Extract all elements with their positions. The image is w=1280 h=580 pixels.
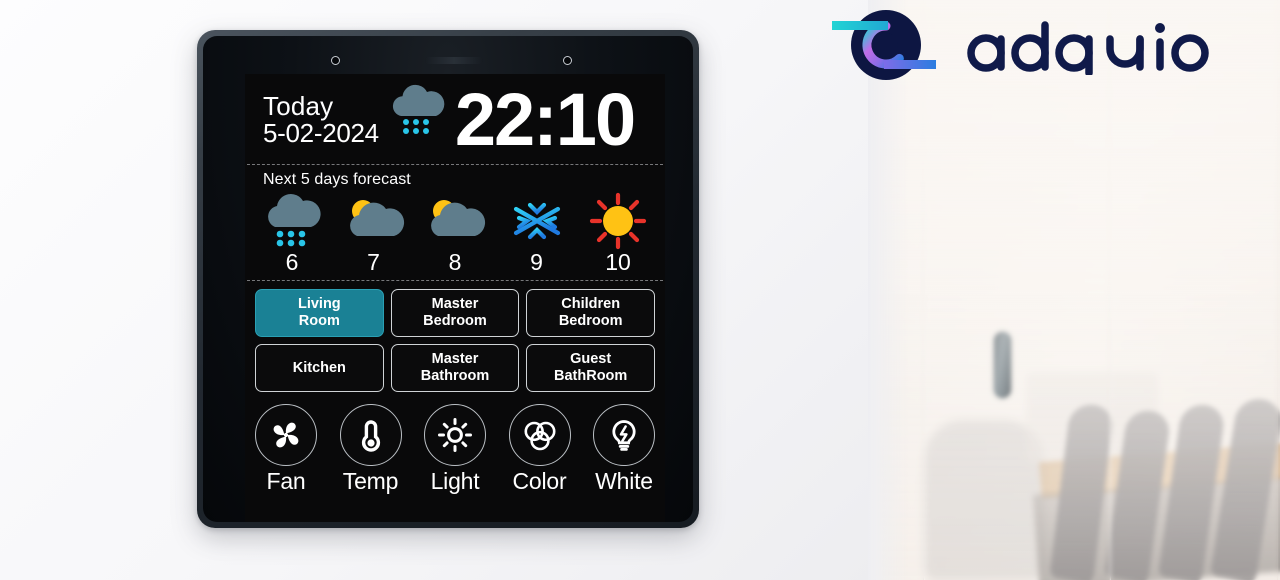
room-button-living-room[interactable]: Living Room xyxy=(255,289,384,337)
office-background-photo xyxy=(868,0,1280,580)
room-button-kitchen[interactable]: Kitchen xyxy=(255,344,384,392)
control-label: Temp xyxy=(342,468,399,494)
room-label-line1: Guest xyxy=(570,351,612,368)
control-label: Color xyxy=(512,468,567,494)
forecast-day-label: 7 xyxy=(367,249,380,275)
room-label-line1: Kitchen xyxy=(292,359,346,376)
device-bezel: Today 5-02-2024 22:10 Next 5 days foreca… xyxy=(203,36,693,522)
brightness-sun-icon xyxy=(424,404,486,466)
forecast-day-label: 8 xyxy=(448,249,462,275)
smart-panel-device: Today 5-02-2024 22:10 Next 5 days foreca… xyxy=(197,30,699,528)
control-label: Light xyxy=(430,468,480,494)
panel-screen: Today 5-02-2024 22:10 Next 5 days foreca… xyxy=(245,74,665,522)
room-button-guest-bathroom[interactable]: Guest BathRoom xyxy=(526,344,655,392)
sun-behind-cloud-icon xyxy=(343,191,405,251)
sun-behind-cloud-icon xyxy=(424,191,486,251)
current-date: 5-02-2024 xyxy=(263,118,379,148)
screen-header: Today 5-02-2024 22:10 xyxy=(245,74,665,164)
forecast-day-8[interactable]: 8 xyxy=(416,191,494,276)
today-label: Today xyxy=(263,90,334,121)
control-color[interactable]: Color xyxy=(508,404,571,495)
adquio-i-dot xyxy=(1155,23,1165,33)
room-button-master-bedroom[interactable]: Master Bedroom xyxy=(390,289,520,337)
control-bar: Fan Temp Light Color White xyxy=(245,396,665,497)
sensor-right-icon xyxy=(563,56,572,65)
room-selector-grid: Living Room Master Bedroom Children Bedr… xyxy=(245,281,665,396)
frosted-glass-overlay xyxy=(868,0,1280,580)
clock-display: 22:10 xyxy=(454,77,636,161)
control-fan[interactable]: Fan xyxy=(255,404,317,495)
fan-icon xyxy=(255,404,317,466)
forecast-day-7[interactable]: 7 xyxy=(335,191,413,276)
forecast-day-label: 10 xyxy=(605,249,631,275)
snowflake-icon xyxy=(509,191,565,251)
room-label-line2: Bathroom xyxy=(420,368,490,384)
control-temp[interactable]: Temp xyxy=(339,404,402,495)
lightbulb-bolt-icon xyxy=(593,404,655,466)
sensor-left-icon xyxy=(331,56,340,65)
forecast-title: Next 5 days forecast xyxy=(263,171,411,188)
room-label-line1: Master xyxy=(431,351,479,368)
room-label-line2: Bedroom xyxy=(423,313,487,329)
control-light[interactable]: Light xyxy=(424,404,486,495)
color-circles-icon xyxy=(508,404,571,466)
screenshot-scene: Today 5-02-2024 22:10 Next 5 days foreca… xyxy=(0,0,1280,580)
control-label: White xyxy=(595,468,653,494)
forecast-day-label: 6 xyxy=(285,249,299,275)
room-label-line2: Bedroom xyxy=(558,313,623,329)
forecast-row: 6 7 8 9 10 xyxy=(245,191,665,280)
control-label: Fan xyxy=(266,468,306,494)
forecast-day-label: 9 xyxy=(530,249,543,275)
room-label-line1: Children xyxy=(561,296,621,313)
speaker-grille xyxy=(425,57,483,64)
rain-cloud-icon xyxy=(261,191,323,251)
forecast-day-6[interactable]: 6 xyxy=(253,191,331,276)
adquio-swirl-logo-icon xyxy=(832,10,936,80)
forecast-day-9[interactable]: 9 xyxy=(498,191,576,276)
room-button-children-bedroom[interactable]: Children Bedroom xyxy=(526,289,655,337)
forecast-day-10[interactable]: 10 xyxy=(579,191,657,276)
sun-icon xyxy=(589,191,647,251)
room-label-line2: BathRoom xyxy=(554,368,628,384)
today-weather-icon xyxy=(385,84,447,143)
control-white[interactable]: White xyxy=(593,404,655,495)
adquio-wordmark xyxy=(967,21,1209,75)
room-label-line1: Master xyxy=(431,296,479,313)
room-button-master-bathroom[interactable]: Master Bathroom xyxy=(390,344,520,392)
thermometer-icon xyxy=(339,404,402,466)
background-left-fade xyxy=(868,0,908,580)
date-block: Today 5-02-2024 xyxy=(263,90,379,148)
room-label-line2: Room xyxy=(298,313,340,329)
room-label-line1: Living xyxy=(297,296,341,313)
adquio-logo xyxy=(828,6,1214,84)
